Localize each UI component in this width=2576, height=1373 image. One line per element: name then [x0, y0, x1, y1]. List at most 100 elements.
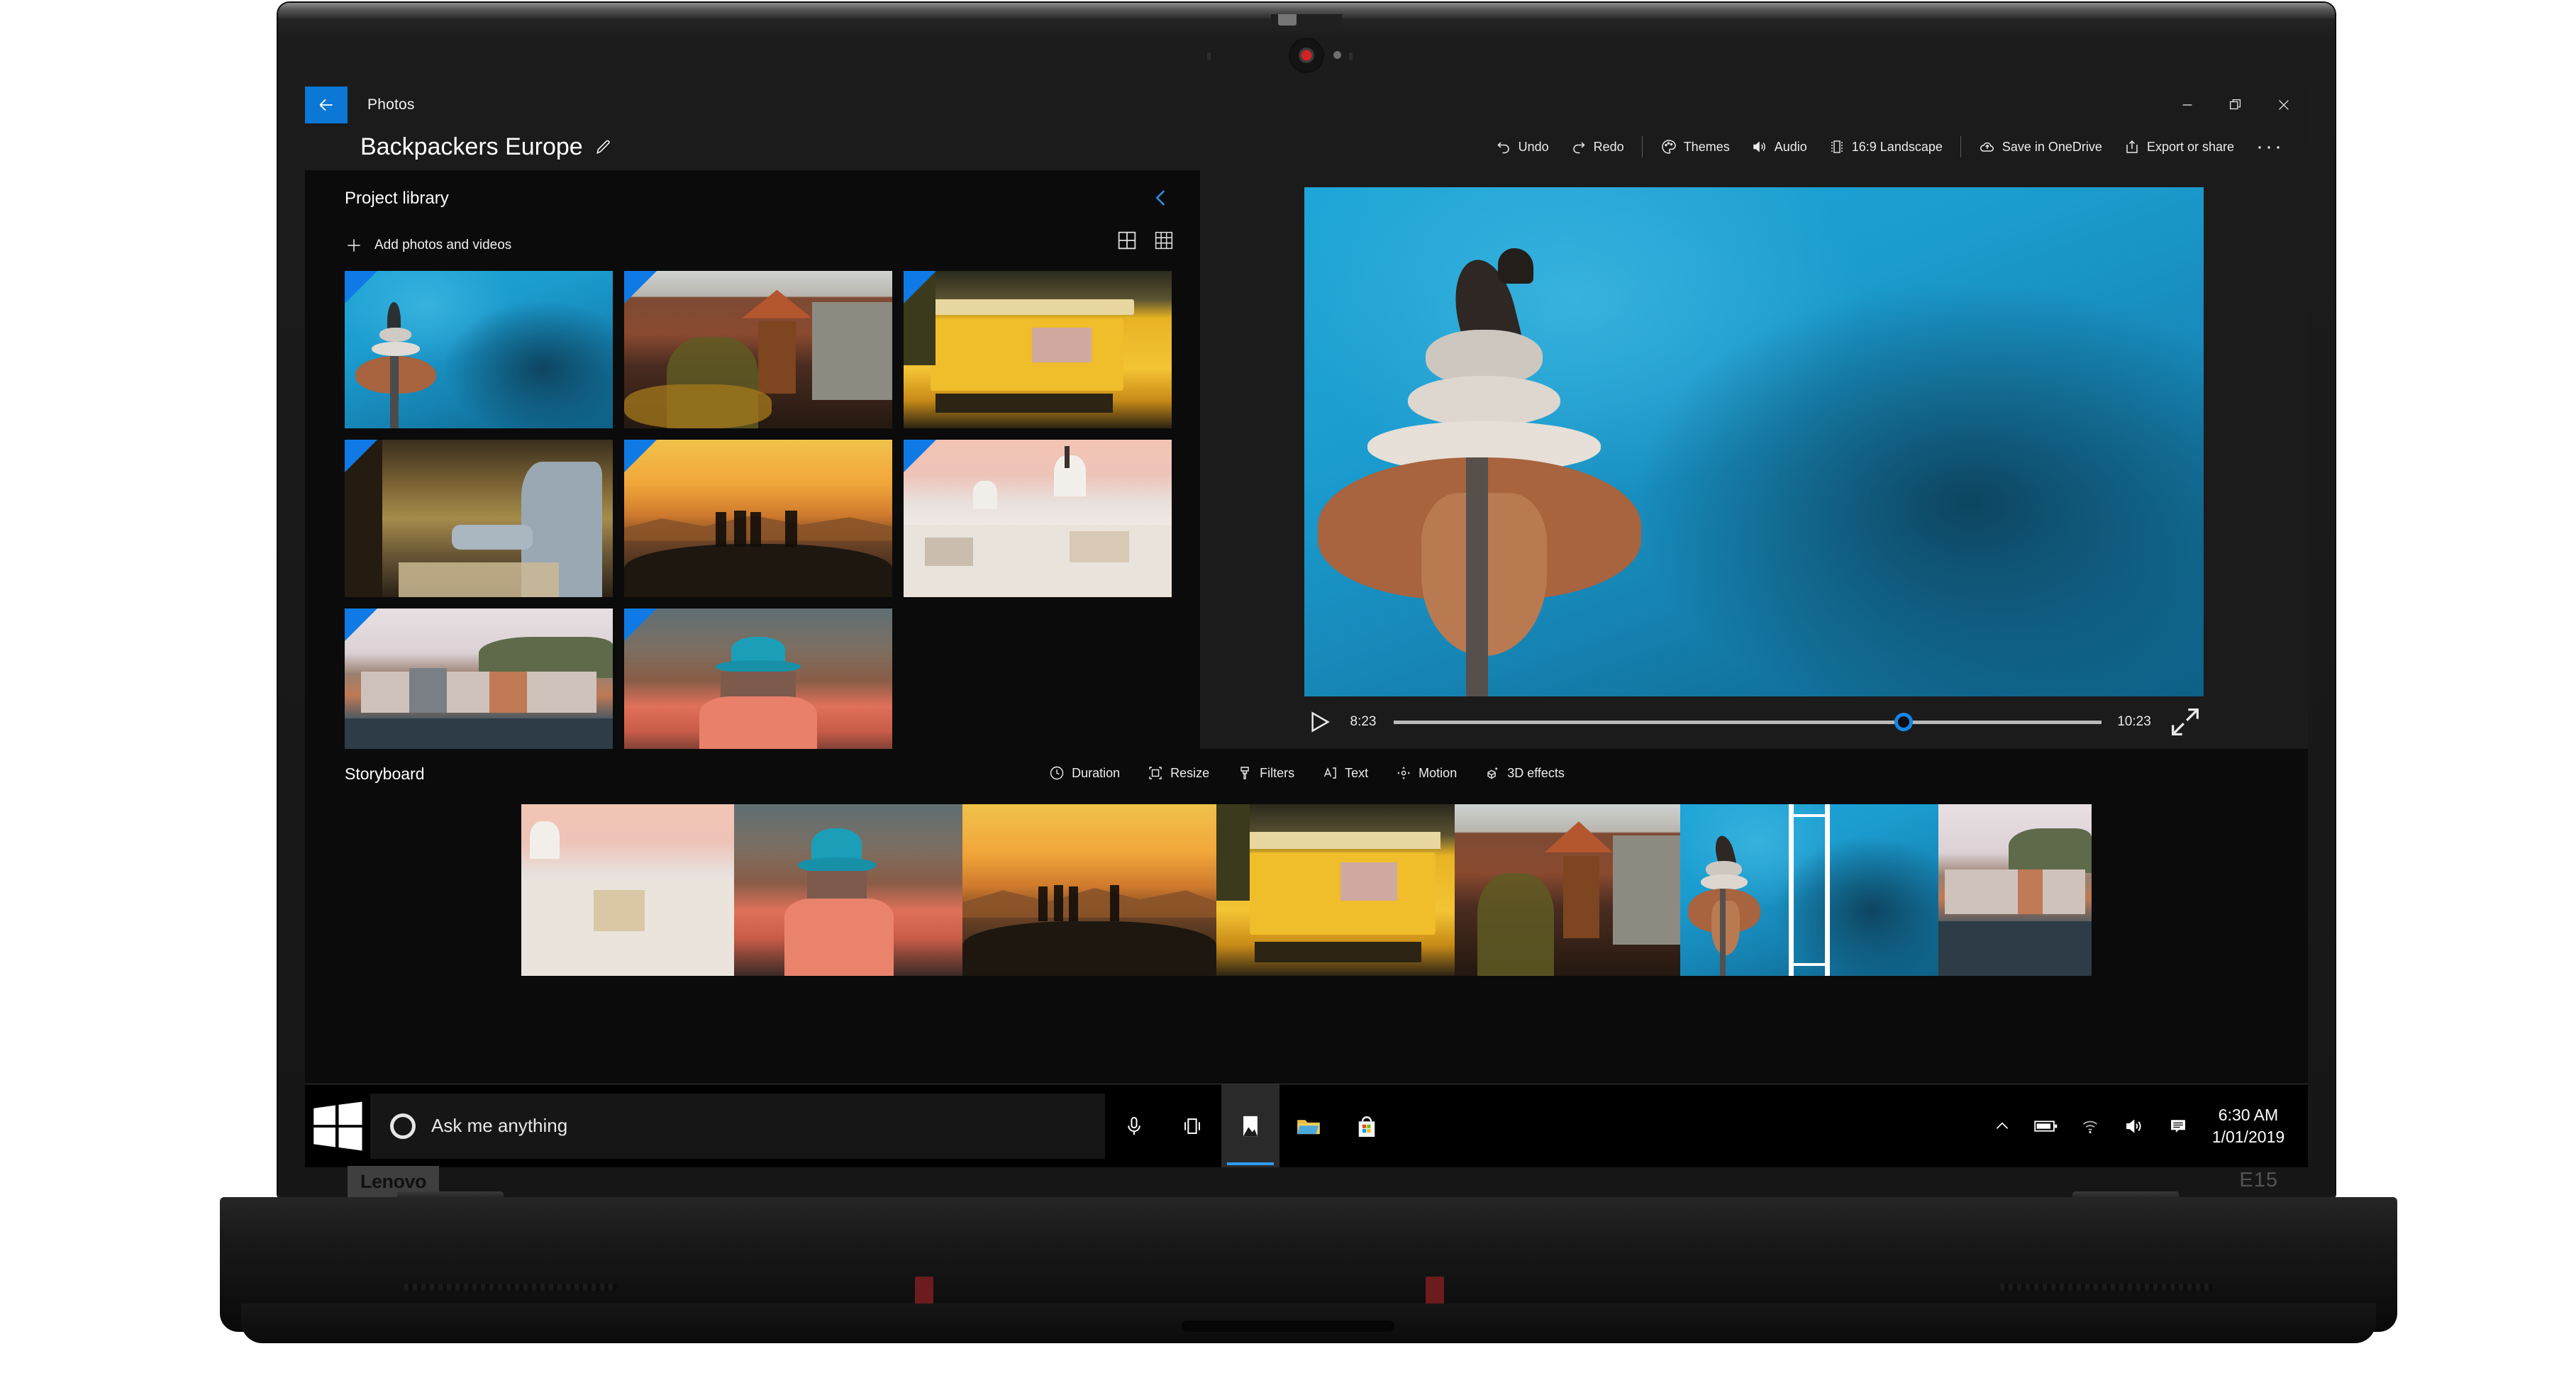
back-arrow-icon — [319, 99, 333, 111]
add-photos-and-videos-button[interactable]: Add photos and videos — [345, 236, 511, 255]
storyboard-clip-backpacker-blue-hat[interactable] — [734, 804, 962, 976]
show-hidden-icons-button[interactable] — [1980, 1084, 2024, 1168]
storyboard-clip-brick-house-door[interactable] — [1455, 804, 1680, 976]
crop-icon — [1149, 767, 1162, 779]
selected-corner-marker — [345, 271, 377, 304]
base-front-notch — [1182, 1321, 1394, 1332]
grid-large-icon[interactable] — [1115, 228, 1139, 252]
battery-icon — [2034, 1120, 2058, 1132]
clock[interactable]: 6:30 AM 1/01/2019 — [2200, 1104, 2297, 1147]
redo-button[interactable]: Redo — [1560, 128, 1635, 165]
fullscreen-button[interactable] — [2167, 704, 2204, 740]
vent-left — [404, 1284, 617, 1291]
text-icon — [1324, 767, 1336, 779]
storyboard-clip-canal-town-reflection[interactable] — [1938, 804, 2092, 976]
clock-date: 1/01/2019 — [2211, 1127, 2285, 1146]
microsoft-store-icon — [1358, 1116, 1375, 1137]
motion-label: Motion — [1419, 765, 1458, 780]
library-thumb-backpacker-blue-hat[interactable] — [624, 608, 892, 766]
minimize-icon — [2182, 104, 2192, 106]
more-options-button[interactable]: ··· — [2245, 136, 2295, 157]
library-thumb-hitchhiker-on-road[interactable] — [345, 440, 613, 597]
motion-button[interactable]: Motion — [1384, 759, 1468, 787]
restore-button[interactable] — [2211, 87, 2260, 123]
storyboard-clip-hikers-at-sunset[interactable] — [962, 804, 1216, 976]
selected-corner-marker — [624, 271, 657, 304]
storyboard-clip-strip[interactable] — [521, 804, 2092, 976]
app-name-label: Photos — [367, 96, 415, 113]
grid-small-icon[interactable] — [1152, 228, 1176, 252]
minimize-button[interactable] — [2163, 87, 2211, 123]
selected-corner-marker — [345, 440, 377, 472]
plus-icon — [348, 239, 360, 252]
total-time-label: 10:23 — [2117, 714, 2151, 729]
redo-label: Redo — [1593, 139, 1624, 154]
filters-button[interactable]: Filters — [1225, 759, 1306, 787]
search-input[interactable]: Ask me anything — [370, 1093, 1105, 1159]
3d-effects-button[interactable]: 3D effects — [1472, 759, 1576, 787]
cube-sparkle-icon — [1487, 767, 1499, 779]
chevron-left-icon[interactable] — [1149, 186, 1173, 210]
storyboard-clip-santorini-village[interactable] — [521, 804, 734, 976]
library-actions: Add photos and videos — [305, 224, 1200, 267]
command-separator-1 — [1641, 136, 1643, 157]
play-button[interactable] — [1304, 708, 1333, 736]
volume-icon — [2126, 1119, 2141, 1133]
storyboard-clip-bird-on-street-lamp[interactable] — [1680, 804, 1938, 976]
cortana-ring-icon — [390, 1113, 416, 1139]
library-thumb-santorini-village[interactable] — [904, 440, 1172, 597]
library-thumb-yellow-camper-van[interactable] — [904, 271, 1172, 428]
project-library-pane: Project library Add photos and videos — [305, 170, 1200, 766]
cloud-upload-icon — [1980, 142, 1994, 152]
close-button[interactable] — [2260, 87, 2308, 123]
view-toggle-group — [1115, 228, 1176, 252]
file-explorer-icon — [1297, 1119, 1320, 1134]
scrubber-handle[interactable] — [1894, 713, 1913, 731]
library-thumb-canal-town-reflection[interactable] — [345, 608, 613, 766]
scrubber[interactable] — [1394, 711, 2102, 733]
camera-indicator-led — [1333, 51, 1341, 59]
project-title-group[interactable]: Backpackers Europe — [360, 133, 613, 161]
microphone-button[interactable] — [1105, 1084, 1163, 1168]
windows-start-icon — [313, 1101, 362, 1150]
player-controls: 8:23 10:23 — [1304, 696, 2204, 747]
aspect-ratio-button[interactable]: 16:9 Landscape — [1818, 128, 1953, 165]
microphone-icon — [1128, 1116, 1140, 1135]
photos-app-window: Photos Backpackers Europe Undo Redo Them… — [305, 87, 2308, 1084]
undo-button[interactable]: Undo — [1484, 128, 1560, 165]
lid-notch — [1271, 14, 1342, 30]
duration-label: Duration — [1072, 765, 1121, 780]
library-thumb-hikers-at-sunset[interactable] — [624, 440, 892, 597]
thumb-art — [345, 271, 613, 428]
3d-effects-label: 3D effects — [1507, 765, 1565, 780]
selected-corner-marker — [624, 440, 657, 472]
file-explorer-button[interactable] — [1279, 1084, 1338, 1168]
action-center-button[interactable] — [2156, 1084, 2200, 1168]
duration-button[interactable]: Duration — [1037, 759, 1131, 787]
storyboard-clip-yellow-camper-van[interactable] — [1216, 804, 1455, 976]
notifications-icon — [2171, 1119, 2185, 1133]
resize-button[interactable]: Resize — [1136, 759, 1221, 787]
photos-app-icon — [1243, 1116, 1258, 1136]
network-button[interactable] — [2068, 1084, 2112, 1168]
export-share-button[interactable]: Export or share — [2113, 128, 2245, 165]
thumb-art — [904, 440, 1172, 597]
library-thumb-brick-house-door[interactable] — [624, 271, 892, 428]
video-preview-frame[interactable] — [1304, 187, 2204, 696]
battery-button[interactable] — [2024, 1084, 2068, 1168]
photos-app-button[interactable] — [1221, 1084, 1279, 1167]
task-view-button[interactable] — [1163, 1084, 1221, 1168]
save-onedrive-label: Save in OneDrive — [2002, 139, 2102, 154]
start-button[interactable] — [305, 1084, 370, 1168]
text-button[interactable]: Text — [1310, 759, 1379, 787]
themes-button[interactable]: Themes — [1650, 128, 1741, 165]
save-onedrive-button[interactable]: Save in OneDrive — [1968, 128, 2113, 165]
microsoft-store-button[interactable] — [1338, 1084, 1396, 1168]
back-button[interactable] — [305, 87, 348, 123]
library-thumb-bird-on-street-lamp[interactable] — [345, 271, 613, 428]
pencil-icon[interactable] — [594, 138, 613, 156]
storyboard-header: Storyboard Duration Resize Filters Text … — [305, 749, 2308, 800]
volume-button[interactable] — [2112, 1084, 2156, 1168]
audio-button[interactable]: Audio — [1741, 128, 1818, 165]
command-bar-actions: Undo Redo Themes Audio 16:9 Landscape Sa… — [1484, 123, 2295, 170]
